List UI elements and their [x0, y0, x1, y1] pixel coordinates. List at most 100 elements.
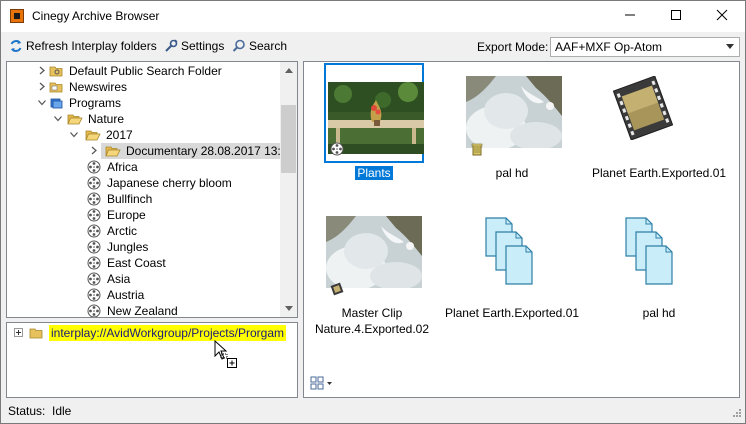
grid-item-label: Planet Earth.Exported.01 — [444, 306, 580, 320]
minimize-icon — [625, 14, 635, 16]
waterfall-thumbnail — [326, 216, 422, 290]
refresh-interplay-button[interactable]: Refresh Interplay folders — [9, 39, 157, 53]
search-button[interactable]: Search — [232, 39, 287, 53]
window-title: Cinegy Archive Browser — [32, 9, 160, 23]
tree-item[interactable]: Default Public Search Folder — [7, 63, 279, 79]
panel-splitter[interactable] — [299, 61, 302, 398]
settings-icon — [165, 39, 178, 52]
programs-icon — [49, 96, 63, 110]
tree-item-label: Jungles — [107, 240, 149, 254]
chevron-right-icon[interactable] — [37, 63, 47, 80]
reel-icon — [87, 192, 101, 206]
documents-icon — [622, 216, 678, 291]
search-folder-icon — [49, 64, 63, 78]
refresh-icon — [10, 40, 22, 52]
folder-open-icon — [85, 128, 101, 142]
title-bar: Cinegy Archive Browser — [1, 1, 745, 32]
settings-label: Settings — [181, 39, 225, 53]
view-grid-icon — [310, 376, 332, 390]
tree-scrollbar[interactable] — [280, 62, 297, 317]
expand-plus-icon[interactable] — [14, 328, 23, 337]
tree-item[interactable]: Nature — [7, 111, 279, 127]
interplay-folder-icon — [29, 328, 43, 339]
scroll-down-arrow-icon[interactable] — [280, 300, 297, 317]
reel-icon — [87, 288, 101, 302]
chevron-right-icon[interactable] — [37, 79, 47, 96]
chevron-down-icon — [726, 44, 734, 49]
tree-item[interactable]: New Zealand — [7, 303, 279, 317]
view-mode-button[interactable] — [310, 374, 334, 392]
tree-item-label: 2017 — [106, 128, 133, 142]
tree-item-label: East Coast — [107, 256, 166, 270]
minimize-button[interactable] — [607, 1, 653, 32]
reel-icon — [87, 208, 101, 222]
reel-icon — [87, 304, 101, 317]
grid-item-label: pal hd — [495, 166, 529, 180]
main-window: Cinegy Archive Browser Refresh Interplay… — [0, 0, 746, 424]
grid-item-label-wrap: Plants — [304, 165, 444, 181]
tree-item[interactable]: Jungles — [7, 239, 279, 255]
tree-item-label: Programs — [69, 96, 122, 110]
tree-item[interactable]: 2017 — [7, 127, 279, 143]
asset-grid[interactable]: Plants pal hd Planet Earth.Exported.01 Mast… — [303, 61, 740, 398]
documents-icon — [482, 216, 538, 291]
reel-icon — [87, 240, 101, 254]
close-icon — [716, 9, 728, 21]
maximize-button[interactable] — [653, 1, 699, 32]
export-mode-select[interactable]: AAF+MXF Op-Atom — [550, 37, 740, 57]
drag-cursor-icon — [214, 340, 237, 368]
status-bar: Status: Idle — [1, 400, 745, 423]
film-badge-icon — [330, 282, 344, 296]
trash-icon — [470, 142, 484, 156]
grid-item-label: pal hd — [642, 306, 676, 320]
tree-item[interactable]: Austria — [7, 287, 279, 303]
newswire-folder-icon — [49, 80, 63, 94]
tree-item-label: Default Public Search Folder — [69, 64, 222, 78]
tree-item[interactable]: Africa — [7, 159, 279, 175]
tree-item[interactable]: Documentary 28.08.2017 13:00 — [91, 143, 294, 159]
status-label: Status: — [8, 404, 46, 418]
tree-item[interactable]: Asia — [7, 271, 279, 287]
tree-item-label: Africa — [107, 160, 138, 174]
reel-icon — [87, 272, 101, 286]
tree-item[interactable]: Arctic — [7, 223, 279, 239]
tree-item-label: Newswires — [69, 80, 128, 94]
scrollbar-thumb[interactable] — [281, 105, 296, 173]
reel-icon — [87, 256, 101, 270]
chevron-down-icon[interactable] — [53, 111, 63, 128]
chevron-right-icon[interactable] — [89, 143, 99, 160]
grid-item-label: Master Clip Nature.4.Exported.02 — [314, 306, 430, 336]
chevron-down-icon[interactable] — [37, 95, 47, 112]
export-mode-label: Export Mode: — [477, 40, 549, 54]
app-logo-icon — [10, 9, 24, 23]
settings-button[interactable]: Settings — [164, 39, 224, 53]
tree-item[interactable]: Programs — [7, 95, 279, 111]
tree-item-label: Arctic — [107, 224, 137, 238]
grid-item-label: Planet Earth.Exported.01 — [591, 166, 727, 180]
close-button[interactable] — [699, 1, 745, 32]
resize-grip-icon[interactable] — [730, 408, 742, 420]
folder-open-icon — [67, 112, 83, 126]
tree-item[interactable]: East Coast — [7, 255, 279, 271]
grid-item-label: Plants — [355, 166, 393, 180]
scroll-up-arrow-icon[interactable] — [280, 62, 297, 79]
grid-item-label-wrap: Master Clip Nature.4.Exported.02 — [302, 305, 442, 337]
reel-icon — [87, 160, 101, 174]
refresh-label: Refresh Interplay folders — [26, 39, 157, 53]
folder-open-icon — [105, 144, 121, 158]
tree-item[interactable]: Europe — [7, 207, 279, 223]
interplay-tree[interactable]: interplay://AvidWorkgroup/Projects/Prorg… — [6, 322, 298, 398]
folder-tree[interactable]: Default Public Search Folder Newswires Pro… — [6, 61, 298, 318]
tree-item[interactable]: Japanese cherry bloom — [7, 175, 279, 191]
reel-icon — [87, 224, 101, 238]
interplay-path[interactable]: interplay://AvidWorkgroup/Projects/Prorg… — [49, 325, 286, 341]
tree-item-label: Bullfinch — [107, 192, 153, 206]
chevron-down-icon[interactable] — [69, 127, 79, 144]
export-mode-value: AAF+MXF Op-Atom — [555, 40, 663, 54]
film-icon — [612, 75, 674, 143]
tree-item-label: Austria — [107, 288, 145, 302]
reel-icon — [87, 176, 101, 190]
tree-item[interactable]: Bullfinch — [7, 191, 279, 207]
search-label: Search — [249, 39, 288, 53]
tree-item[interactable]: Newswires — [7, 79, 279, 95]
